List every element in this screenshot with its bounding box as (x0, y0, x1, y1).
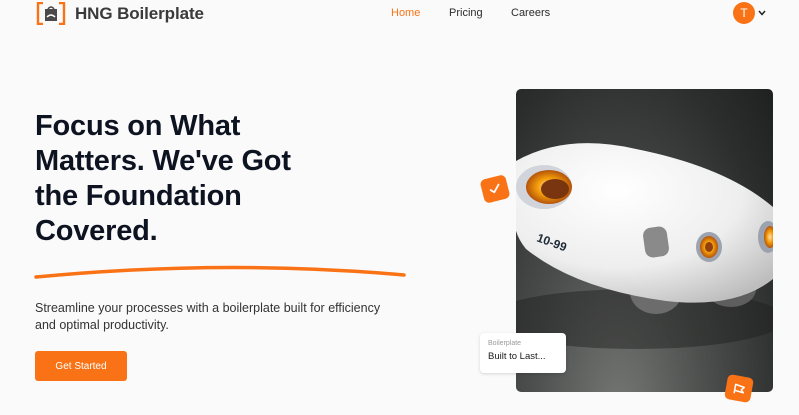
hero-title: Focus on What Matters. We've Got the Fou… (35, 109, 375, 249)
get-started-button[interactable]: Get Started (35, 351, 127, 381)
flag-icon (732, 383, 745, 393)
card-label: Boilerplate (488, 340, 522, 347)
hero-title-line: Covered. (35, 215, 158, 247)
nav-link-pricing[interactable]: Pricing (449, 7, 483, 19)
hero-description-line: and optimal productivity. (35, 318, 169, 332)
hero-title-line: the Foundation (35, 180, 242, 212)
card-text: Built to Last... (488, 351, 546, 362)
chevron-down-icon[interactable] (758, 10, 766, 16)
user-menu[interactable]: T (733, 2, 766, 24)
avatar[interactable]: T (733, 2, 755, 24)
brand-logo[interactable]: HNG Boilerplate (36, 2, 204, 25)
logo-icon (36, 2, 66, 25)
hero-title-line: Focus on What (35, 110, 241, 142)
check-icon (489, 183, 500, 194)
nav-link-home[interactable]: Home (391, 7, 420, 19)
title-underline-decoration (34, 265, 406, 279)
hero-description: Streamline your processes with a boilerp… (35, 300, 435, 334)
check-badge (479, 174, 511, 204)
info-card: Boilerplate Built to Last... (480, 333, 566, 373)
hero-title-line: Matters. We've Got (35, 145, 291, 177)
top-navigation: HNG Boilerplate Home Pricing Careers T (0, 0, 799, 28)
brand-name: HNG Boilerplate (75, 3, 204, 23)
flag-badge (724, 373, 754, 404)
hero-description-line: Streamline your processes with a boilerp… (35, 301, 381, 315)
nav-link-careers[interactable]: Careers (511, 7, 550, 19)
